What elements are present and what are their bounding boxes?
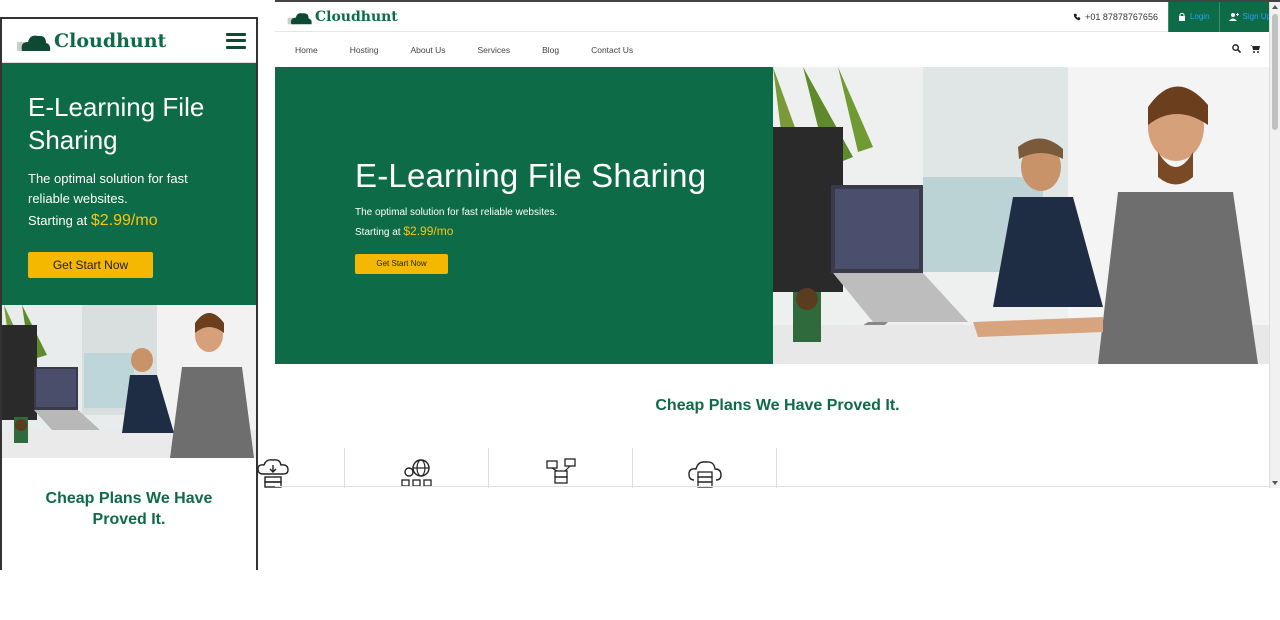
login-button[interactable]: Login (1167, 2, 1219, 32)
login-label: Login (1189, 12, 1210, 21)
scrollbar-thumb[interactable] (1272, 14, 1278, 130)
nav-icons (1232, 44, 1260, 53)
desktop-preview: Cloudhunt +01 87878767656 Login Sign Up … (275, 0, 1280, 488)
network-globe-icon (400, 459, 432, 487)
brand-logo[interactable]: Cloudhunt (275, 9, 398, 25)
hero-text-panel: E-Learning File Sharing The optimal solu… (275, 67, 773, 364)
get-start-now-button[interactable]: Get Start Now (355, 254, 448, 274)
cloud-server-icon (687, 461, 722, 488)
phone-icon (1073, 13, 1081, 20)
plan-card[interactable] (345, 448, 489, 488)
phone-contact[interactable]: +01 87878767656 (1073, 12, 1158, 22)
mobile-header: Cloudhunt (2, 19, 256, 63)
mobile-hero: E-Learning File Sharing The optimal solu… (2, 63, 256, 305)
cloud-logo-icon (287, 12, 312, 24)
search-icon[interactable] (1232, 44, 1241, 53)
phone-number: +01 87878767656 (1085, 11, 1158, 22)
cart-icon[interactable] (1250, 44, 1260, 53)
nav-contact-us[interactable]: Contact Us (591, 45, 633, 55)
user-plus-icon (1228, 13, 1239, 21)
desktop-topbar: Cloudhunt +01 87878767656 Login Sign Up (275, 2, 1280, 32)
brand-name: Cloudhunt (54, 29, 167, 52)
plan-card[interactable] (633, 448, 777, 488)
nav-blog[interactable]: Blog (542, 45, 559, 55)
hero-subtitle: The optimal solution for fast reliable w… (28, 171, 188, 206)
cloud-download-server-icon (256, 459, 289, 488)
plan-card[interactable] (201, 448, 345, 488)
plan-icons-row (201, 448, 777, 488)
lock-icon (1178, 12, 1185, 21)
brand-name: Cloudhunt (315, 8, 398, 25)
scroll-down-arrow-icon[interactable] (1272, 481, 1278, 485)
section-title: Cheap Plans We Have Proved It. (655, 397, 900, 414)
hero-price: $2.99/mo (403, 224, 454, 238)
hero-photo (2, 305, 256, 458)
topbar-actions: +01 87878767656 Login Sign Up (1073, 2, 1280, 32)
nav-services[interactable]: Services (477, 45, 510, 55)
plan-card[interactable] (489, 448, 633, 488)
signup-label: Sign Up (1242, 12, 1271, 21)
server-network-icon (545, 458, 576, 484)
starting-at-label: Starting at (28, 213, 88, 228)
section-title: Cheap Plans We Have Proved It. (45, 490, 213, 528)
nav-hosting[interactable]: Hosting (350, 45, 379, 55)
hero-title: E-Learning File Sharing (28, 92, 205, 155)
brand-logo[interactable]: Cloudhunt (16, 30, 166, 52)
hamburger-menu-icon[interactable] (226, 32, 246, 49)
get-start-now-button[interactable]: Get Start Now (28, 252, 153, 278)
hero-photo (773, 67, 1270, 364)
hero-title: E-Learning File Sharing (355, 157, 707, 194)
hero-price: $2.99/mo (90, 212, 158, 229)
scrollbar[interactable] (1269, 2, 1280, 488)
scroll-up-arrow-icon[interactable] (1272, 5, 1278, 9)
desktop-hero: E-Learning File Sharing The optimal solu… (275, 67, 1270, 364)
desktop-frame-bottom (275, 486, 1270, 487)
hero-subtitle: The optimal solution for fast reliable w… (355, 207, 558, 218)
nav-home[interactable]: Home (295, 45, 318, 55)
cloud-logo-icon (17, 35, 51, 51)
hero-price-line: Starting at $2.99/mo (355, 224, 773, 238)
main-nav: Home Hosting About Us Services Blog Cont… (275, 32, 1280, 67)
page-root: Cloudhunt E-Learning File Sharing The op… (0, 0, 1280, 620)
starting-at-label: Starting at (355, 227, 401, 238)
nav-about-us[interactable]: About Us (411, 45, 446, 55)
hero-price-line: Starting at $2.99/mo (28, 212, 230, 230)
